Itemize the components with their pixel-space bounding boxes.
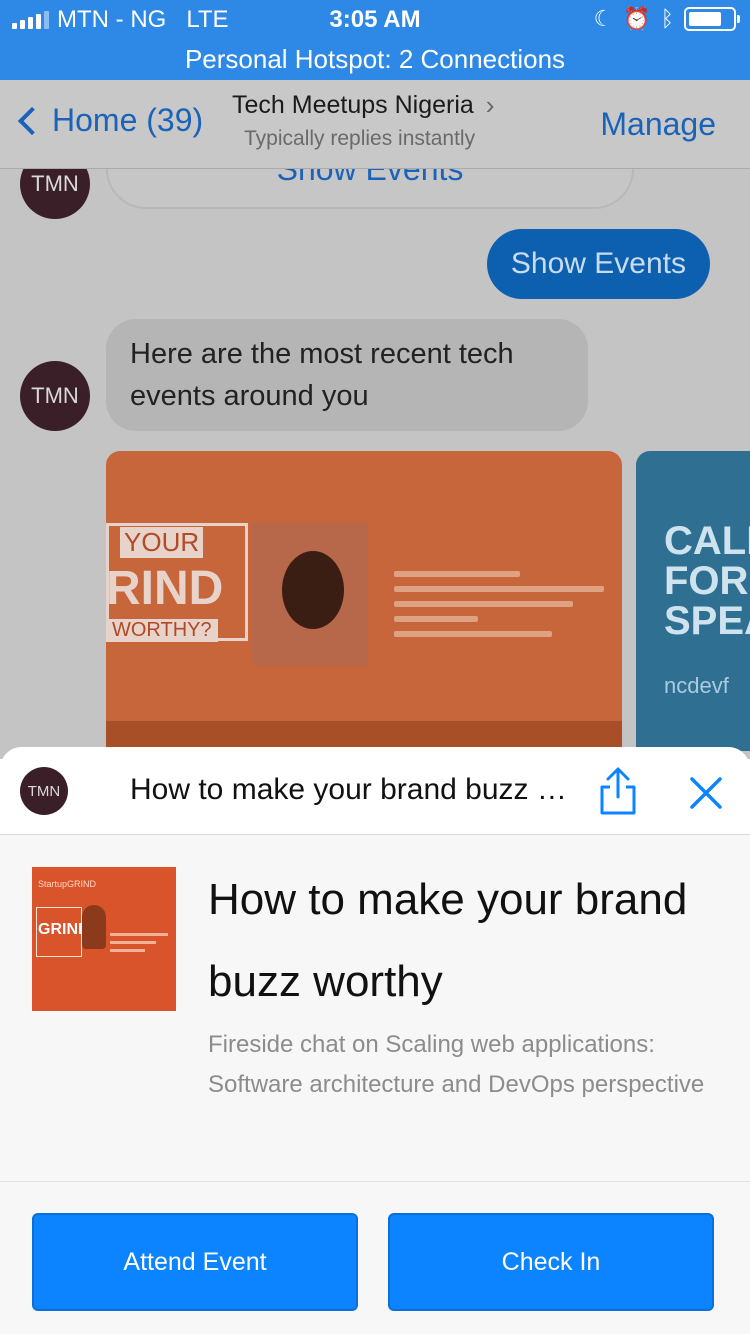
card-word-bottom: WORTHY? (106, 619, 218, 642)
show-events-quick-reply[interactable]: Show Events (106, 169, 634, 209)
card-details (394, 571, 604, 646)
status-bar: MTN - NG LTE 3:05 AM ☾ ⏰ ᛒ (0, 0, 750, 40)
nav-bar: Home (39) Tech Meetups Nigeria › Typical… (0, 80, 750, 169)
battery-icon (684, 7, 740, 31)
thumbnail-photo (82, 905, 106, 949)
chevron-right-icon: › (485, 90, 495, 120)
status-right: ☾ ⏰ ᛒ (593, 6, 740, 32)
thumbnail-brand: StartupGRIND (38, 879, 97, 889)
event-title: How to make your brand buzz worthy (208, 875, 688, 1006)
avatar-label: TMN (27, 782, 61, 800)
event-card[interactable]: YOUR RIND WORTHY? (106, 451, 622, 751)
conversation-header[interactable]: Tech Meetups Nigeria › Typically replies… (232, 90, 494, 151)
manage-button[interactable]: Manage (600, 106, 716, 143)
card-word-top: YOUR (120, 527, 204, 558)
hotspot-banner[interactable]: Personal Hotspot: 2 Connections (0, 40, 750, 80)
card-word-main: RIND (106, 562, 224, 615)
user-message: Show Events (486, 229, 710, 299)
close-icon[interactable] (684, 771, 728, 815)
card-footer-text: ncdevf (664, 673, 729, 698)
event-description: Fireside chat on Scaling web application… (208, 1031, 705, 1098)
event-card[interactable]: CALL FOR SPEA ncdevf (636, 451, 750, 751)
check-in-button[interactable]: Check In (388, 1213, 714, 1311)
sheet-header: TMN How to make your brand buzz worthy (0, 747, 750, 835)
avatar: TMN (20, 169, 90, 219)
card-headline: CALL FOR SPEA (664, 519, 750, 643)
share-icon[interactable] (596, 765, 640, 817)
bluetooth-icon: ᛒ (660, 6, 674, 31)
conversation-title: Tech Meetups Nigeria (232, 91, 474, 119)
avatar-label: TMN (31, 383, 79, 408)
alarm-icon: ⏰ (623, 6, 651, 31)
chat-area: TMN Show Events Show Events TMN Here are… (0, 169, 750, 759)
chevron-left-icon (17, 106, 47, 135)
divider (0, 1181, 750, 1182)
back-label: Home (39) (52, 102, 204, 138)
back-button[interactable]: Home (39) (16, 102, 203, 139)
sheet-title: How to make your brand buzz worthy (130, 773, 570, 806)
bot-message: Here are the most recent tech events aro… (106, 319, 588, 431)
avatar: TMN (20, 361, 90, 431)
avatar-label: TMN (31, 171, 79, 196)
thumbnail-details (110, 933, 168, 957)
attend-event-button[interactable]: Attend Event (32, 1213, 358, 1311)
avatar: TMN (20, 767, 68, 815)
event-sheet: TMN How to make your brand buzz worthy S… (0, 747, 750, 1334)
speaker-photo (252, 523, 368, 665)
conversation-subtitle: Typically replies instantly (244, 127, 476, 150)
moon-icon: ☾ (593, 6, 614, 31)
event-thumbnail: StartupGRIND GRIND (32, 867, 176, 1011)
